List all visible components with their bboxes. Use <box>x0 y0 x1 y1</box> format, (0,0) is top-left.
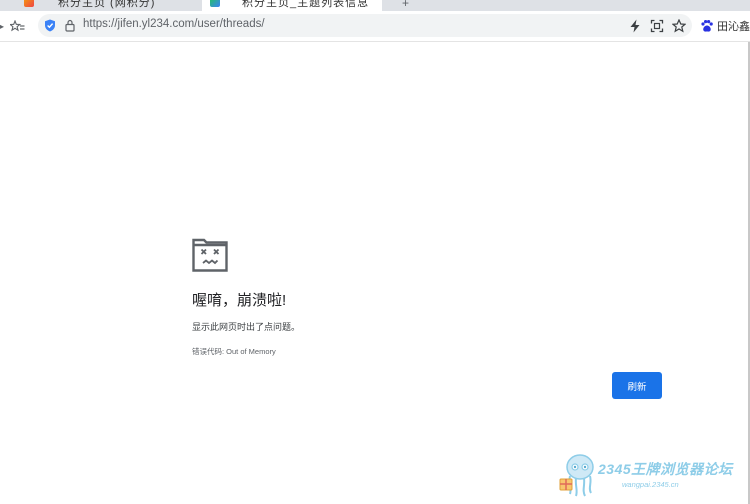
lock-icon[interactable] <box>64 19 76 32</box>
profile-button[interactable]: 田沁鑫 <box>700 15 750 37</box>
tab-strip: 积分主页 (网积分) 积分主页_主题列表信息 + <box>0 0 750 11</box>
tab-active-threads[interactable]: 积分主页_主题列表信息 <box>202 0 382 11</box>
url-text[interactable]: https://jifen.yl234.com/user/threads/ <box>83 18 265 30</box>
security-shield-icon[interactable] <box>44 19 56 32</box>
bookmark-star-list-icon[interactable] <box>8 11 25 41</box>
tab-jifen-home[interactable]: 积分主页 (网积分) <box>18 0 194 11</box>
watermark-brand: 2345王牌浏览器论坛 <box>598 461 733 477</box>
watermark-url: wangpai.2345.cn <box>622 480 679 489</box>
browser-toolbar: ▸ https://jifen.yl234.com/user/threads/ <box>0 11 750 42</box>
reload-button[interactable]: 刷新 <box>612 372 662 399</box>
watermark: 2345王牌浏览器论坛 wangpai.2345.cn <box>558 452 744 500</box>
tab-favicon-icon <box>24 0 34 7</box>
profile-name: 田沁鑫 <box>717 21 750 33</box>
error-code: 错误代码: Out of Memory <box>192 347 276 356</box>
sad-folder-icon <box>192 238 228 272</box>
baidu-paw-icon <box>701 20 713 32</box>
screenshot-icon[interactable] <box>650 19 664 33</box>
lightning-icon[interactable] <box>628 19 642 33</box>
tab-title: 积分主页 (网积分) <box>58 0 156 9</box>
back-arrow-icon[interactable]: ▸ <box>0 11 4 41</box>
bookmark-star-icon[interactable] <box>672 19 686 33</box>
new-tab-plus-icon[interactable]: + <box>402 0 409 10</box>
crash-title: 喔唷，崩溃啦! <box>192 292 287 309</box>
crash-message: 显示此网页时出了点问题。 <box>192 322 301 332</box>
mascot-octopus-icon <box>559 454 594 497</box>
address-bar[interactable]: https://jifen.yl234.com/user/threads/ <box>38 14 692 37</box>
tab-title: 积分主页_主题列表信息 <box>242 0 370 9</box>
tab-favicon-icon <box>210 0 220 7</box>
